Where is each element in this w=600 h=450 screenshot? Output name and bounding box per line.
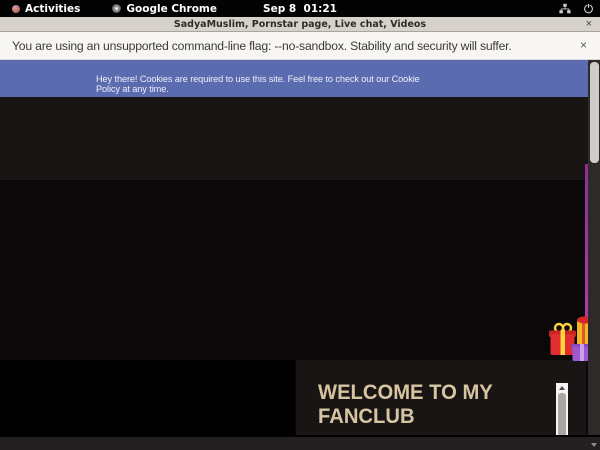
fanclub-heading: WELCOME TO MY FANCLUB	[318, 381, 534, 428]
window-close-icon[interactable]: ×	[586, 17, 592, 32]
bottom-strip	[0, 435, 600, 450]
network-icon[interactable]	[559, 3, 571, 14]
power-icon[interactable]	[583, 3, 594, 14]
window-title: SadyaMuslim, Pornstar page, Live chat, V…	[174, 19, 426, 30]
window-title-bar[interactable]: SadyaMuslim, Pornstar page, Live chat, V…	[0, 17, 600, 32]
browser-scrollbar[interactable]	[588, 60, 600, 435]
scroll-up-arrow-icon[interactable]	[559, 386, 565, 390]
main-content: WELCOME TO MY FANCLUB I have no problem …	[0, 180, 600, 437]
flag-warning-text: You are using an unsupported command-lin…	[12, 39, 512, 53]
site-header: LOGO LOGIN JOIN	[0, 97, 600, 180]
screen: Activities Google Chrome Sep 8 01:21	[0, 0, 600, 450]
flag-warning-close-icon[interactable]: ×	[580, 38, 587, 52]
clock[interactable]: Sep 8 01:21	[0, 3, 600, 15]
system-top-bar: Activities Google Chrome Sep 8 01:21	[0, 0, 600, 17]
cookie-message: Hey there! Cookies are required to use t…	[96, 74, 436, 94]
cookie-consent-bar: Hey there! Cookies are required to use t…	[0, 60, 600, 97]
page-scroll-down-arrow-icon[interactable]	[591, 443, 597, 447]
flag-warning-bar: You are using an unsupported command-lin…	[0, 32, 600, 60]
browser-scrollbar-thumb[interactable]	[590, 62, 599, 163]
